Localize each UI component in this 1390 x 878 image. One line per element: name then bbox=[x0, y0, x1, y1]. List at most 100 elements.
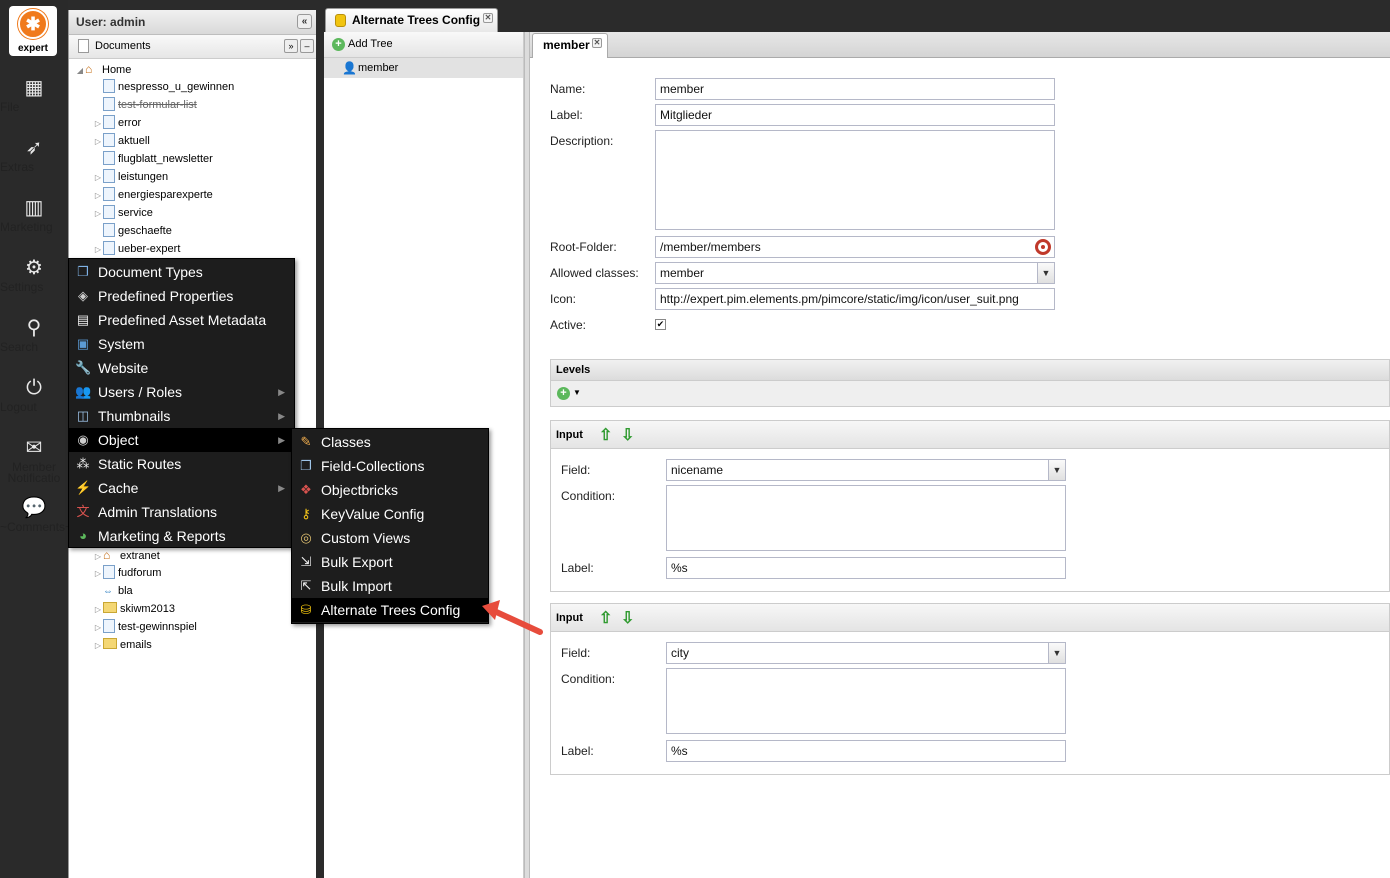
field-label: Field: bbox=[561, 646, 591, 660]
level-header: Input ⇧ ⇩ bbox=[551, 421, 1389, 449]
minimize-button[interactable]: – bbox=[300, 39, 314, 53]
tree-item[interactable]: flugblatt_newsletter bbox=[93, 150, 213, 168]
collapsed-toggle-icon[interactable]: ▷ bbox=[93, 565, 103, 583]
tree-item[interactable]: ▷ ueber-expert bbox=[93, 240, 180, 258]
collapse-panel-button[interactable]: « bbox=[297, 14, 312, 29]
tree-item[interactable]: ▷ leistungen bbox=[93, 168, 168, 186]
expanded-toggle-icon[interactable]: ◢ bbox=[75, 62, 85, 80]
menu-item-bulk-import[interactable]: ⇱ Bulk Import bbox=[292, 574, 488, 598]
list-item-member[interactable]: 👤 member bbox=[324, 58, 523, 78]
collapsed-toggle-icon[interactable]: ▷ bbox=[93, 169, 103, 187]
tree-item[interactable]: nespresso_u_gewinnen bbox=[93, 78, 234, 96]
tree-item[interactable]: ▷ test-gewinnspiel bbox=[93, 618, 197, 636]
menu-item-users-roles[interactable]: 👥 Users / Roles ▶ bbox=[69, 380, 294, 404]
menu-item-object[interactable]: ◉ Object ▶ bbox=[69, 428, 294, 452]
tree-item[interactable]: ▷ aktuell bbox=[93, 132, 150, 150]
menu-item-predefined-properties[interactable]: ◈ Predefined Properties bbox=[69, 284, 294, 308]
level-label-input[interactable]: %s bbox=[666, 557, 1066, 579]
menu-item-website[interactable]: 🔧 Website bbox=[69, 356, 294, 380]
tree-item[interactable]: ▷ error bbox=[93, 114, 141, 132]
database-icon bbox=[335, 14, 346, 27]
arrow-down-icon[interactable]: ⇩ bbox=[621, 608, 634, 628]
tab-alternate-trees-config[interactable]: Alternate Trees Config ✕ bbox=[325, 8, 498, 32]
add-level-icon[interactable]: + bbox=[557, 387, 570, 400]
tree-item[interactable]: ▷ emails bbox=[93, 636, 152, 654]
close-tab-icon[interactable]: ✕ bbox=[592, 38, 602, 48]
field-select[interactable]: nicename ▼ bbox=[666, 459, 1066, 481]
dropdown-arrow-icon[interactable]: ▼ bbox=[573, 388, 581, 397]
nav-file[interactable]: ▦ File bbox=[0, 76, 68, 113]
system-icon: ▣ bbox=[76, 336, 90, 351]
nav-logout[interactable]: ⏻ Logout bbox=[0, 376, 68, 413]
menu-item-system[interactable]: ▣ System bbox=[69, 332, 294, 356]
menu-item-admin-translations[interactable]: 文 Admin Translations bbox=[69, 500, 294, 524]
menu-item-cache[interactable]: ⚡ Cache ▶ bbox=[69, 476, 294, 500]
nav-member-notification[interactable]: ✉ Member Notificatio bbox=[0, 436, 68, 484]
close-tab-icon[interactable]: ✕ bbox=[483, 13, 493, 23]
root-folder-input[interactable]: /member/members bbox=[655, 236, 1055, 258]
menu-item-objectbricks[interactable]: ❖ Objectbricks bbox=[292, 478, 488, 502]
chevron-down-icon[interactable]: ▼ bbox=[1037, 263, 1054, 283]
menu-item-keyvalue-config[interactable]: ⚷ KeyValue Config bbox=[292, 502, 488, 526]
nav-extras[interactable]: ➶ Extras bbox=[0, 136, 68, 173]
collapsed-toggle-icon[interactable]: ▷ bbox=[93, 619, 103, 637]
menu-item-thumbnails[interactable]: ◫ Thumbnails ▶ bbox=[69, 404, 294, 428]
allowed-classes-label: Allowed classes: bbox=[550, 266, 639, 280]
menu-item-predefined-asset-metadata[interactable]: ▤ Predefined Asset Metadata bbox=[69, 308, 294, 332]
field-select[interactable]: city ▼ bbox=[666, 642, 1066, 664]
chevron-down-icon[interactable]: ▼ bbox=[1048, 460, 1065, 480]
nav-settings[interactable]: ⚙ Settings bbox=[0, 256, 68, 293]
tree-item[interactable]: ▷ service bbox=[93, 204, 153, 222]
tree-item[interactable]: geschaefte bbox=[93, 222, 172, 240]
menu-item-bulk-export[interactable]: ⇲ Bulk Export bbox=[292, 550, 488, 574]
collapsed-toggle-icon[interactable]: ▷ bbox=[93, 187, 103, 205]
nav-search[interactable]: ⚲ Search bbox=[0, 316, 68, 353]
description-textarea[interactable] bbox=[655, 130, 1055, 230]
label-input[interactable]: Mitglieder bbox=[655, 104, 1055, 126]
menu-item-classes[interactable]: ✎ Classes bbox=[292, 430, 488, 454]
page-icon bbox=[103, 97, 115, 111]
tree-item[interactable]: ▷ fudforum bbox=[93, 564, 161, 582]
active-checkbox[interactable]: ✔ bbox=[655, 319, 666, 330]
chevron-down-icon[interactable]: ▼ bbox=[1048, 643, 1065, 663]
page-icon bbox=[103, 205, 115, 219]
nav-comments[interactable]: 💬 ~Comments~ bbox=[0, 496, 72, 533]
tree-item-home[interactable]: ◢ ⌂ Home bbox=[75, 60, 131, 78]
tab-member[interactable]: member ✕ bbox=[532, 33, 608, 58]
collapsed-toggle-icon[interactable]: ▷ bbox=[93, 241, 103, 259]
custom-views-icon: ◎ bbox=[300, 530, 312, 545]
add-tree-button[interactable]: + Add Tree bbox=[324, 32, 523, 58]
target-icon[interactable] bbox=[1035, 239, 1051, 255]
menu-item-alternate-trees-config[interactable]: ⛁ Alternate Trees Config bbox=[292, 598, 488, 622]
collapsed-toggle-icon[interactable]: ▷ bbox=[93, 133, 103, 151]
arrow-up-icon[interactable]: ⇧ bbox=[599, 425, 612, 445]
collapsed-toggle-icon[interactable]: ▷ bbox=[93, 601, 103, 619]
page-icon bbox=[103, 565, 115, 579]
level-label-input[interactable]: %s bbox=[666, 740, 1066, 762]
collapsed-toggle-icon[interactable]: ▷ bbox=[93, 205, 103, 223]
tree-item[interactable]: ▷ energiesparexperte bbox=[93, 186, 213, 204]
nav-marketing[interactable]: ▥ Marketing bbox=[0, 196, 68, 233]
arrow-down-icon[interactable]: ⇩ bbox=[621, 425, 634, 445]
menu-item-marketing-reports[interactable]: ◕ Marketing & Reports bbox=[69, 524, 294, 548]
tree-item[interactable]: ▷ skiwm2013 bbox=[93, 600, 175, 618]
allowed-classes-select[interactable]: member ▼ bbox=[655, 262, 1055, 284]
menu-item-static-routes[interactable]: ⁂ Static Routes bbox=[69, 452, 294, 476]
tree-item[interactable]: test-formular-list bbox=[93, 96, 197, 114]
collapsed-toggle-icon[interactable]: ▷ bbox=[93, 637, 103, 655]
expand-button[interactable]: » bbox=[284, 39, 298, 53]
icon-input[interactable]: http://expert.pim.elements.pm/pimcore/st… bbox=[655, 288, 1055, 310]
expert-logo[interactable]: expert bbox=[9, 6, 57, 56]
folder-icon bbox=[103, 638, 117, 649]
arrow-up-icon[interactable]: ⇧ bbox=[599, 608, 612, 628]
menu-item-field-collections[interactable]: ❐ Field-Collections bbox=[292, 454, 488, 478]
tree-item[interactable]: ⇔ bla bbox=[93, 582, 133, 600]
condition-textarea[interactable] bbox=[666, 485, 1066, 551]
menu-item-document-types[interactable]: ❐ Document Types bbox=[69, 260, 294, 284]
menu-item-custom-views[interactable]: ◎ Custom Views bbox=[292, 526, 488, 550]
condition-textarea[interactable] bbox=[666, 668, 1066, 734]
name-input[interactable]: member bbox=[655, 78, 1055, 100]
tree-item[interactable]: ▷ ⌂ extranet bbox=[93, 546, 160, 564]
logo-mark-icon bbox=[18, 9, 48, 39]
collapsed-toggle-icon[interactable]: ▷ bbox=[93, 115, 103, 133]
